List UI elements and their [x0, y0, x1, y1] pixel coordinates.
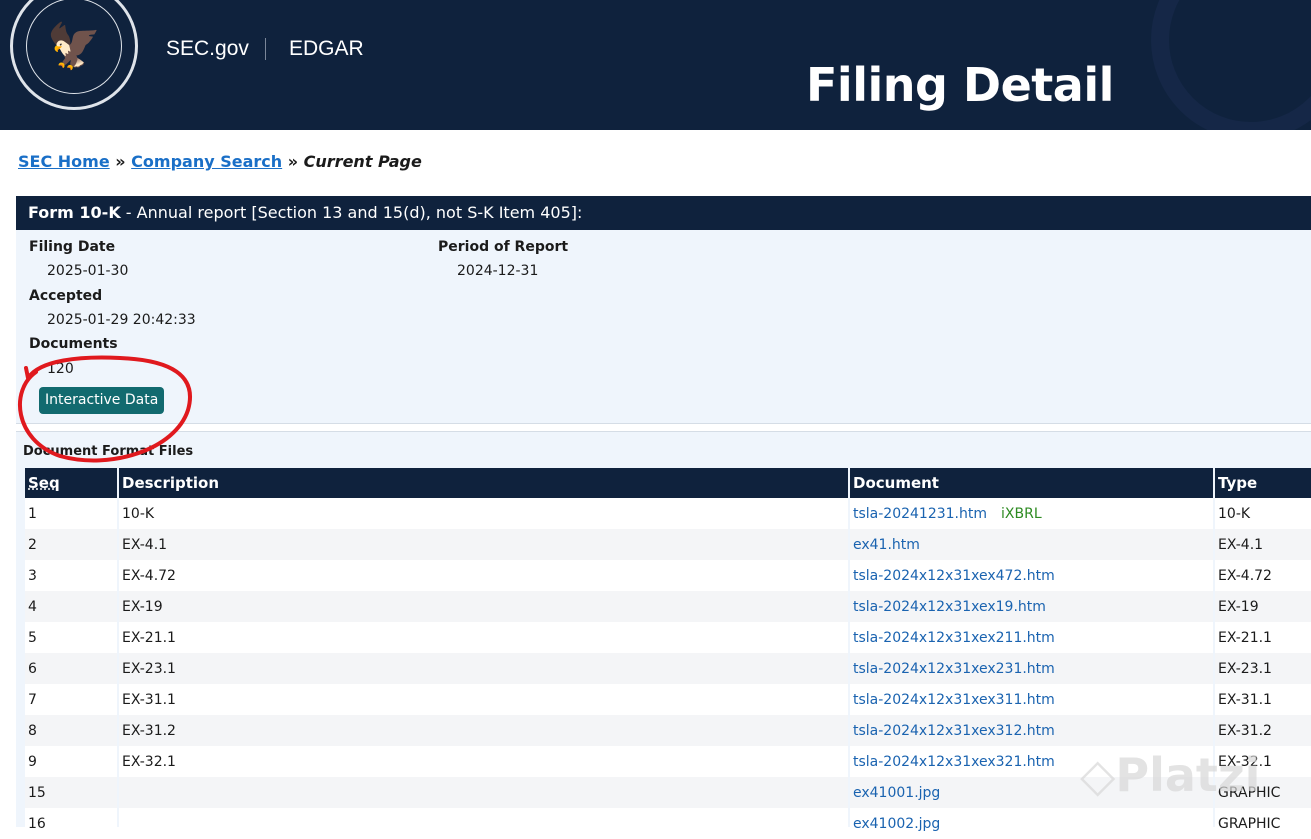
document-cell: tsla-2024x12x31xex211.htm	[850, 622, 1213, 653]
filing-date-label: Filing Date	[29, 239, 116, 255]
seq-cell: 3	[25, 560, 117, 591]
seq-cell: 2	[25, 529, 117, 560]
filing-info-panel	[16, 230, 1311, 424]
description-cell	[119, 777, 848, 808]
document-cell: tsla-20241231.htm iXBRL	[850, 498, 1213, 529]
column-header-description: Description	[119, 468, 848, 498]
document-link[interactable]: tsla-20241231.htm	[853, 506, 987, 522]
table-row: 7 EX-31.1 tsla-2024x12x31xex311.htm EX-3…	[25, 684, 1311, 715]
description-cell: EX-21.1	[119, 622, 848, 653]
document-link[interactable]: ex41002.jpg	[853, 816, 940, 832]
type-cell: EX-31.2	[1215, 715, 1311, 746]
seq-cell: 16	[25, 808, 117, 839]
sec-gov-link[interactable]: SEC.gov	[166, 37, 249, 61]
sec-seal-logo[interactable]: 🦅	[10, 0, 138, 110]
document-link[interactable]: tsla-2024x12x31xex211.htm	[853, 630, 1055, 646]
document-cell: tsla-2024x12x31xex311.htm	[850, 684, 1213, 715]
document-cell: tsla-2024x12x31xex19.htm	[850, 591, 1213, 622]
seq-cell: 6	[25, 653, 117, 684]
period-value: 2024-12-31	[457, 263, 539, 279]
edgar-link[interactable]: EDGAR	[289, 37, 364, 61]
seq-cell: 9	[25, 746, 117, 777]
header-banner: 🦅 SEC.gov EDGAR Filing Detail	[0, 0, 1311, 130]
description-cell: EX-19	[119, 591, 848, 622]
description-cell: 10-K	[119, 498, 848, 529]
breadcrumb-sec-home[interactable]: SEC Home	[18, 152, 110, 171]
description-cell: EX-4.1	[119, 529, 848, 560]
breadcrumb-current: Current Page	[303, 152, 422, 171]
table-row: 8 EX-31.2 tsla-2024x12x31xex312.htm EX-3…	[25, 715, 1311, 746]
breadcrumb-company-search[interactable]: Company Search	[131, 152, 282, 171]
document-link[interactable]: tsla-2024x12x31xex231.htm	[853, 661, 1055, 677]
document-files-title: Document Format Files	[23, 444, 194, 459]
document-link[interactable]: tsla-2024x12x31xex311.htm	[853, 692, 1055, 708]
table-header-row: Seq Description Document Type	[25, 468, 1311, 498]
document-cell: tsla-2024x12x31xex231.htm	[850, 653, 1213, 684]
type-cell: EX-4.1	[1215, 529, 1311, 560]
table-row: 16 ex41002.jpg GRAPHIC	[25, 808, 1311, 839]
page-title: Filing Detail	[806, 58, 1114, 112]
interactive-data-button[interactable]: Interactive Data	[39, 387, 165, 414]
column-header-seq[interactable]: Seq	[25, 468, 117, 498]
seq-cell: 4	[25, 591, 117, 622]
document-link[interactable]: tsla-2024x12x31xex321.htm	[853, 754, 1055, 770]
accepted-label: Accepted	[29, 288, 103, 304]
document-cell: ex41002.jpg	[850, 808, 1213, 839]
table-row: 5 EX-21.1 tsla-2024x12x31xex211.htm EX-2…	[25, 622, 1311, 653]
description-cell: EX-31.2	[119, 715, 848, 746]
type-cell: EX-19	[1215, 591, 1311, 622]
document-cell: tsla-2024x12x31xex472.htm	[850, 560, 1213, 591]
platzi-watermark: ◇Platzi	[1080, 748, 1261, 802]
form-description: - Annual report [Section 13 and 15(d), n…	[120, 203, 583, 222]
seq-header-label: Seq	[28, 474, 60, 492]
decorative-wing	[1151, 0, 1311, 130]
type-cell: EX-23.1	[1215, 653, 1311, 684]
column-header-document: Document	[850, 468, 1213, 498]
table-row: 6 EX-23.1 tsla-2024x12x31xex231.htm EX-2…	[25, 653, 1311, 684]
description-cell: EX-4.72	[119, 560, 848, 591]
document-link[interactable]: ex41001.jpg	[853, 785, 940, 801]
breadcrumb-separator: »	[115, 152, 126, 171]
seq-cell: 7	[25, 684, 117, 715]
table-row: 4 EX-19 tsla-2024x12x31xex19.htm EX-19	[25, 591, 1311, 622]
period-label: Period of Report	[438, 239, 569, 255]
form-name: Form 10-K	[28, 203, 121, 222]
type-cell: EX-31.1	[1215, 684, 1311, 715]
description-cell: EX-31.1	[119, 684, 848, 715]
documents-value: 120	[47, 361, 74, 377]
document-cell: tsla-2024x12x31xex312.htm	[850, 715, 1213, 746]
type-cell: GRAPHIC	[1215, 808, 1311, 839]
divider	[265, 38, 266, 60]
description-cell: EX-32.1	[119, 746, 848, 777]
seq-cell: 8	[25, 715, 117, 746]
breadcrumb-separator: »	[287, 152, 299, 171]
type-cell: 10-K	[1215, 498, 1311, 529]
breadcrumb: SEC Home » Company Search » Current Page	[18, 152, 422, 171]
type-cell: EX-4.72	[1215, 560, 1311, 591]
type-cell: EX-21.1	[1215, 622, 1311, 653]
form-header: Form 10-K - Annual report [Section 13 an…	[16, 196, 1311, 230]
document-link[interactable]: tsla-2024x12x31xex472.htm	[853, 568, 1055, 584]
column-header-type: Type	[1215, 468, 1311, 498]
document-link[interactable]: tsla-2024x12x31xex312.htm	[853, 723, 1055, 739]
documents-label: Documents	[29, 336, 118, 352]
ixbrl-link[interactable]: iXBRL	[1001, 506, 1042, 522]
seq-cell: 1	[25, 498, 117, 529]
seq-cell: 5	[25, 622, 117, 653]
seq-cell: 15	[25, 777, 117, 808]
table-row: 3 EX-4.72 tsla-2024x12x31xex472.htm EX-4…	[25, 560, 1311, 591]
description-cell	[119, 808, 848, 839]
accepted-value: 2025-01-29 20:42:33	[47, 312, 196, 328]
table-row: 2 EX-4.1 ex41.htm EX-4.1	[25, 529, 1311, 560]
document-cell: ex41.htm	[850, 529, 1213, 560]
eagle-icon: 🦅	[26, 0, 122, 94]
document-link[interactable]: tsla-2024x12x31xex19.htm	[853, 599, 1046, 615]
description-cell: EX-23.1	[119, 653, 848, 684]
filing-date-value: 2025-01-30	[47, 263, 129, 279]
document-link[interactable]: ex41.htm	[853, 537, 920, 553]
table-row: 1 10-K tsla-20241231.htm iXBRL 10-K	[25, 498, 1311, 529]
